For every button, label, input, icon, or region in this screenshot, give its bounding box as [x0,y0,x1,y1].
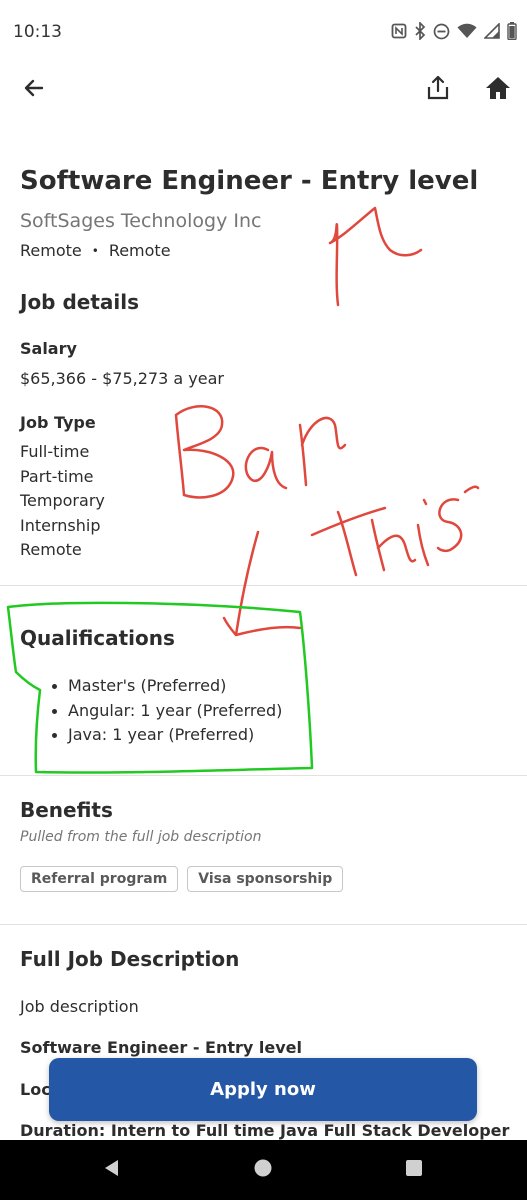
job-type-item: Full-time [20,442,90,461]
nav-recents-square-icon [404,1158,424,1182]
qualifications-list: Master's (Preferred) Angular: 1 year (Pr… [52,674,282,748]
app-bar [0,64,527,120]
benefits-note: Pulled from the full job description [20,829,262,845]
status-icons [391,22,517,40]
job-type-item: Temporary [20,491,105,510]
status-time: 10:13 [13,22,62,42]
job-details-heading: Job details [20,290,140,314]
signal-icon [484,23,500,39]
nav-recents-button[interactable] [399,1155,429,1185]
job-type-item: Part-time [20,466,94,486]
job-type-label: Job Type [20,413,96,432]
description-title-line: Software Engineer - Entry level [20,1038,302,1057]
benefits-chips: Referral program Visa sponsorship [20,866,344,892]
job-type-item: Remote [20,540,82,559]
system-nav-bar [0,1140,527,1200]
salary-label: Salary [20,339,77,358]
share-button[interactable] [418,70,458,110]
location-row: Remote • Remote [20,241,171,260]
job-type-item: Internship [20,515,101,535]
location-separator: • [91,243,99,258]
benefits-heading: Benefits [20,798,113,822]
qualification-item: Java: 1 year (Preferred) [52,723,282,748]
benefit-chip-visa: Visa sponsorship [187,866,344,892]
location-primary: Remote [20,241,82,260]
description-duration-line: Duration: Intern to Full time Java Full … [20,1121,510,1140]
back-arrow-icon [22,76,46,104]
section-divider [0,775,527,776]
qualifications-heading: Qualifications [20,626,175,650]
status-bar: 10:13 [0,0,527,64]
battery-icon [507,22,517,40]
salary-value: $65,366 - $75,273 a year [20,369,224,388]
full-description-heading: Full Job Description [20,947,240,971]
benefit-chip-referral: Referral program [20,866,179,892]
nav-home-button[interactable] [248,1155,278,1185]
job-title: Software Engineer - Entry level [20,166,479,196]
nav-home-circle-icon [253,1158,273,1182]
home-button[interactable] [478,70,518,110]
nav-back-triangle-icon [102,1158,122,1182]
job-type-list: Full-time Part-time Temporary Internship… [20,440,105,563]
do-not-disturb-icon [433,23,450,40]
home-icon [485,76,511,104]
location-secondary: Remote [108,241,171,260]
nav-back-button[interactable] [97,1155,127,1185]
company-name[interactable]: SoftSages Technology Inc [20,210,261,232]
section-divider [0,924,527,925]
section-divider [0,585,527,586]
qualification-item: Master's (Preferred) [52,674,282,699]
apply-now-button[interactable]: Apply now [49,1058,477,1121]
nfc-icon [391,23,407,39]
description-line: Job description [20,997,139,1016]
qualification-item: Angular: 1 year (Preferred) [52,699,282,724]
bluetooth-icon [414,22,426,40]
description-location-line: Loc [20,1080,51,1099]
job-detail-content[interactable]: Software Engineer - Entry level SoftSage… [0,120,527,1140]
wifi-icon [457,23,477,39]
share-icon [426,75,450,105]
back-button[interactable] [14,70,54,110]
